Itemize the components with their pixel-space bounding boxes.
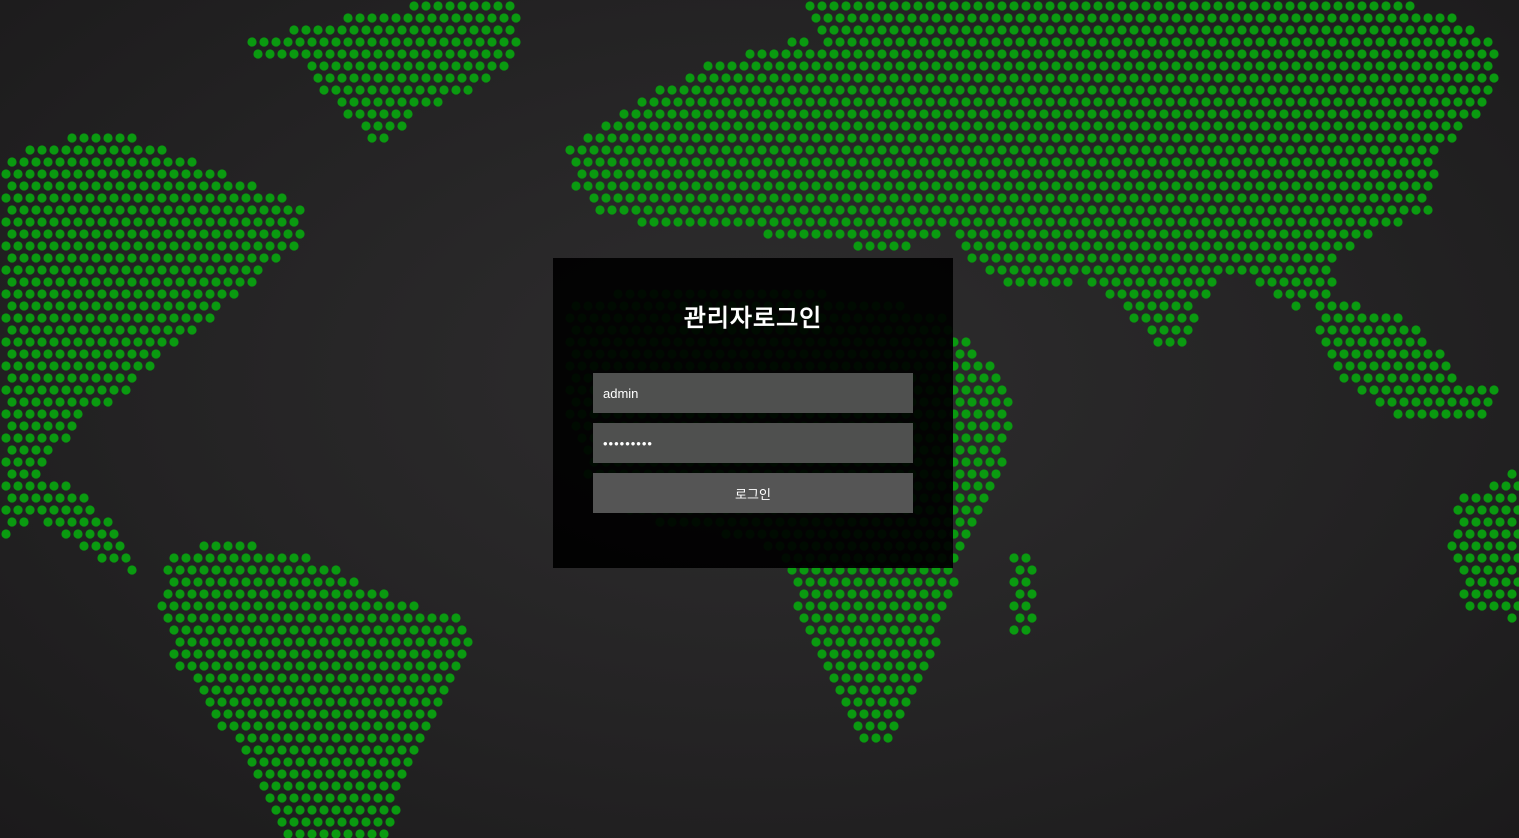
login-button[interactable]: 로그인 [593,473,913,513]
username-input[interactable] [593,373,913,413]
login-panel: 관리자로그인 로그인 [553,258,953,568]
password-input[interactable] [593,423,913,463]
login-title: 관리자로그인 [683,304,823,332]
page: 관리자로그인 로그인 [0,0,1519,838]
